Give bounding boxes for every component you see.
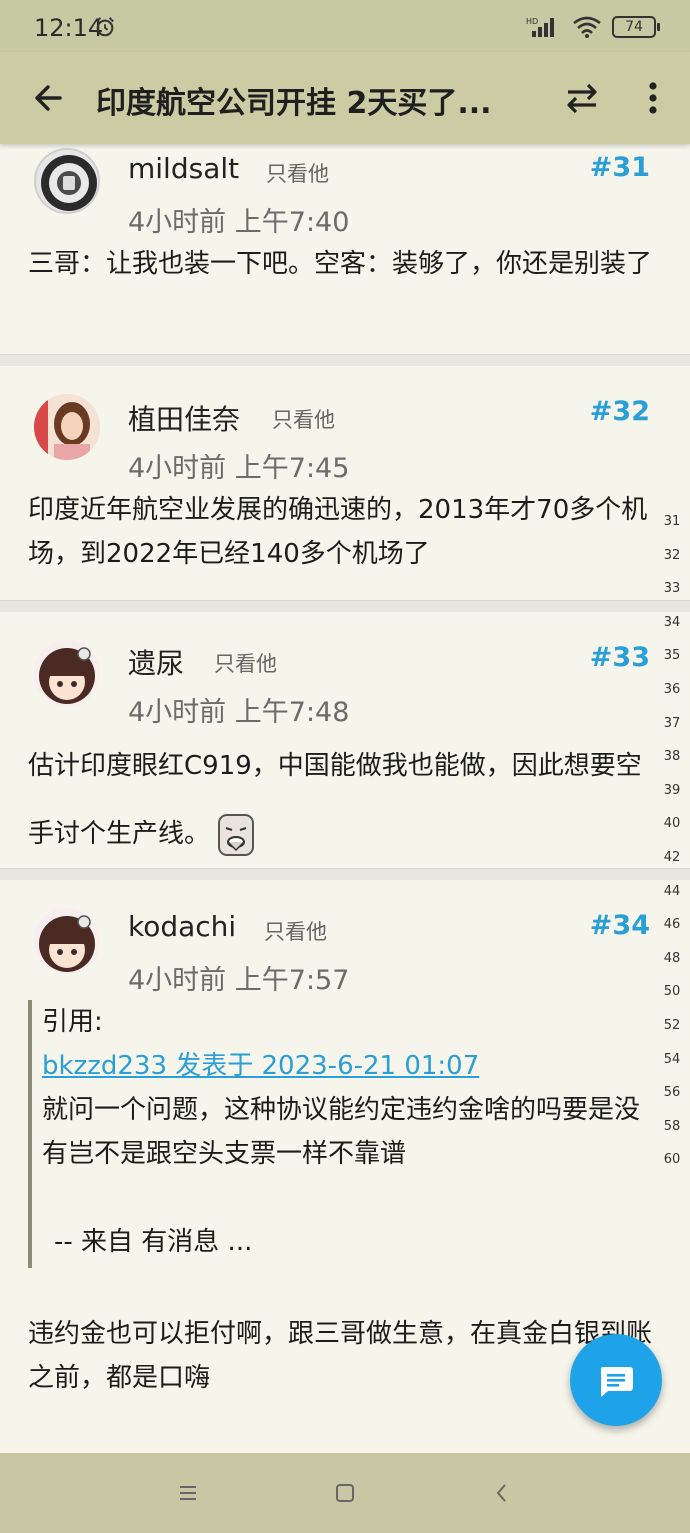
status-bar: 12:14 HD 74 xyxy=(0,0,690,52)
system-nav-bar xyxy=(0,1453,690,1533)
line-number-column: 31 32 33 34 35 36 37 38 39 40 42 44 46 48 50 52 54 56 58 60 xyxy=(660,505,684,1177)
line-number: 33 xyxy=(663,581,681,597)
battery-icon: 74 xyxy=(612,16,660,38)
username[interactable]: kodachi xyxy=(128,910,236,943)
username[interactable]: 植田佳奈 xyxy=(128,398,240,438)
floor-number: #34 xyxy=(589,910,650,941)
anime-girl-avatar-icon xyxy=(34,640,100,706)
only-him-button[interactable]: 只看他 xyxy=(264,916,327,946)
only-him-button[interactable]: 只看他 xyxy=(272,404,335,434)
back-chevron-icon[interactable] xyxy=(488,1479,516,1507)
line-number: 52 xyxy=(663,1017,681,1033)
post-content: 估计印度眼红C919，中国能做我也能做，因此想要空手讨个生产线。 xyxy=(28,732,658,868)
sticker-face-icon xyxy=(218,813,255,856)
only-him-button[interactable]: 只看他 xyxy=(266,158,329,188)
status-indicators: HD 74 xyxy=(526,14,660,40)
username[interactable]: 遗尿 xyxy=(128,642,184,682)
post-content-text: 估计印度眼红C919，中国能做我也能做，因此想要空手讨个生产线。 xyxy=(28,751,642,849)
status-time: 12:14 xyxy=(34,14,104,42)
floor-number: #31 xyxy=(589,152,650,183)
line-number: 35 xyxy=(663,648,681,664)
home-square-icon[interactable] xyxy=(331,1479,359,1507)
post-separator xyxy=(0,600,690,612)
post-content: 违约金也可以拒付啊，跟三哥做生意，在真金白银到账之前，都是口嗨 xyxy=(28,1319,653,1393)
line-number: 42 xyxy=(663,849,681,865)
line-number: 44 xyxy=(663,883,681,899)
line-number: 54 xyxy=(663,1051,681,1067)
line-number: 38 xyxy=(663,749,681,765)
post-31: mildsalt 只看他 #31 4小时前 上午7:40 三哥：让我也装一下吧。… xyxy=(0,144,690,354)
post-content: 印度近年航空业发展的确迅速的，2013年才70多个机场，到2022年已经140多… xyxy=(28,495,648,569)
line-number: 40 xyxy=(663,816,681,832)
anime-girl-avatar-icon xyxy=(34,908,100,974)
avatar[interactable] xyxy=(34,640,100,706)
post-separator xyxy=(0,354,690,366)
post-time: 4小时前 上午7:45 xyxy=(128,453,350,484)
line-number: 37 xyxy=(663,715,681,731)
post-content: 三哥：让我也装一下吧。空客：装够了，你还是别装了 xyxy=(28,249,653,279)
line-number: 46 xyxy=(663,917,681,933)
beer-logo-avatar-icon xyxy=(41,155,97,211)
line-number: 34 xyxy=(663,614,681,630)
chat-bubble-icon xyxy=(600,1367,633,1397)
floor-number: #33 xyxy=(589,642,650,673)
post-time: 4小时前 上午7:40 xyxy=(128,207,350,238)
quote-block: 引用: bkzzd233 发表于 2023-6-21 01:07 就问一个问题，… xyxy=(28,1000,658,1268)
post-time: 4小时前 上午7:57 xyxy=(128,965,350,996)
floor-number: #32 xyxy=(589,396,650,427)
arrow-left-icon[interactable] xyxy=(30,80,66,116)
reply-fab[interactable] xyxy=(570,1334,662,1426)
quote-label: 引用: xyxy=(42,1007,103,1037)
hd-signal-icon: HD xyxy=(526,17,554,37)
swap-horizontal-icon[interactable] xyxy=(562,80,602,116)
quote-footer: -- 来自 有消息 ... xyxy=(54,1227,253,1257)
user-photo-avatar-icon xyxy=(34,394,100,460)
line-number: 60 xyxy=(663,1152,681,1168)
quote-source-link[interactable]: bkzzd233 发表于 2023-6-21 01:07 xyxy=(42,1044,658,1088)
post-32: 植田佳奈 只看他 #32 4小时前 上午7:45 印度近年航空业发展的确迅速的，… xyxy=(0,366,690,600)
line-number: 56 xyxy=(663,1085,681,1101)
only-him-button[interactable]: 只看他 xyxy=(214,648,277,678)
quote-text: 就问一个问题，这种协议能约定违约金啥的吗要是没有岂不是跟空头支票一样不靠谱 xyxy=(42,1095,641,1169)
line-number: 36 xyxy=(663,681,681,697)
alarm-icon xyxy=(96,17,114,37)
line-number: 58 xyxy=(663,1118,681,1134)
line-number: 50 xyxy=(663,984,681,1000)
app-bar: 印度航空公司开挂 2天买了... xyxy=(0,52,690,144)
post-separator xyxy=(0,868,690,880)
avatar[interactable] xyxy=(34,148,100,214)
avatar[interactable] xyxy=(34,394,100,460)
wifi-icon xyxy=(573,16,601,38)
svg-text:HD: HD xyxy=(526,17,538,26)
more-vertical-icon[interactable] xyxy=(638,78,668,118)
line-number: 48 xyxy=(663,950,681,966)
avatar[interactable] xyxy=(34,908,100,974)
menu-icon[interactable] xyxy=(174,1479,202,1507)
line-number: 32 xyxy=(663,547,681,563)
post-33: 遗尿 只看他 #33 4小时前 上午7:48 估计印度眼红C919，中国能做我也… xyxy=(0,612,690,868)
line-number: 39 xyxy=(663,782,681,798)
post-time: 4小时前 上午7:48 xyxy=(128,697,350,728)
username[interactable]: mildsalt xyxy=(128,152,239,185)
page-title: 印度航空公司开挂 2天买了... xyxy=(96,86,492,121)
line-number: 31 xyxy=(663,514,681,529)
